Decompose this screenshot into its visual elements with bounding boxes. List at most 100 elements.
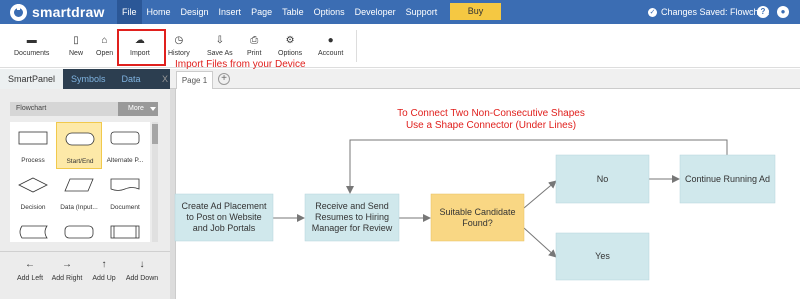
options-label: Options (278, 50, 303, 57)
add-left-button[interactable]: ← Add Left (10, 259, 50, 282)
panel-tabs: SmartPanel Symbols Data (0, 69, 170, 89)
smartdraw-logo: smartdraw (10, 3, 105, 21)
arrow-left-icon: ← (25, 259, 35, 270)
decision-shape-icon (18, 177, 48, 193)
new-button[interactable]: ▯ New (69, 24, 83, 68)
tab-smartpanel[interactable]: SmartPanel (0, 69, 64, 89)
app-name: smartdraw (32, 4, 105, 20)
more-libraries-button[interactable]: More (128, 102, 144, 116)
predefined-process-shape-icon (110, 225, 140, 239)
panel-close-icon[interactable]: X (162, 69, 168, 89)
shape-grid-scroll-thumb[interactable] (152, 124, 158, 144)
yes-label: Yes (595, 251, 610, 262)
alternate-process-shape-icon (110, 131, 140, 145)
open-folder-icon: ⌂ (101, 35, 108, 46)
new-label: New (69, 50, 84, 57)
new-document-icon: ▯ (73, 35, 79, 46)
create-ad-label: Create Ad Placement to Post on Website a… (181, 201, 267, 233)
menu-file[interactable]: File (117, 0, 142, 24)
shape-terminator[interactable] (56, 216, 102, 242)
shape-decision[interactable]: Decision (10, 169, 56, 216)
start-end-shape-icon (65, 132, 95, 146)
menu-support[interactable]: Support (401, 0, 443, 24)
shape-label: Decision (20, 204, 46, 211)
shape-process[interactable]: Process (10, 122, 56, 169)
continue-running-ad-label: Continue Running Ad (684, 173, 771, 184)
menu-table[interactable]: Table (277, 0, 309, 24)
open-label: Open (96, 50, 114, 57)
stored-data-shape-icon (19, 225, 48, 239)
add-down-button[interactable]: ↓ Add Down (122, 259, 162, 282)
shape-label: Document (110, 204, 140, 211)
arrow-right-icon: → (62, 259, 72, 270)
toolbar-divider (356, 30, 357, 62)
shape-label: Data (Input... (60, 204, 98, 211)
documents-button[interactable]: ▬ Documents (14, 24, 49, 68)
add-up-label: Add Up (92, 275, 116, 282)
smart-panel: Flowchart More Process Start/End Alterna… (0, 89, 170, 299)
arrow-up-icon: ↑ (101, 259, 107, 270)
tab-data[interactable]: Data (114, 69, 149, 89)
save-status: ✓ Changes Saved: Flowchart (648, 0, 769, 24)
menu-bar: smartdraw File Home Design Insert Page T… (0, 0, 800, 24)
no-label: No (596, 173, 609, 184)
smartdraw-logo-icon (10, 3, 27, 21)
menu-design[interactable]: Design (176, 0, 214, 24)
suitable-candidate-label: Suitable Candidate Found? (439, 206, 516, 228)
print-icon: ⎙ (250, 35, 259, 46)
save-as-icon: ⇩ (215, 35, 225, 46)
chevron-down-icon[interactable] (150, 107, 156, 111)
save-status-text: Changes Saved: Flowchart (661, 7, 770, 17)
shape-start-end[interactable]: Start/End (56, 122, 102, 169)
menu-options[interactable]: Options (309, 0, 350, 24)
main-menu: File Home Design Insert Page Table Optio… (117, 0, 442, 24)
tab-symbols[interactable]: Symbols (63, 69, 114, 89)
shape-document[interactable]: Document (102, 169, 148, 216)
terminator-shape-icon (64, 225, 94, 239)
document-shape-icon (110, 178, 140, 191)
open-button[interactable]: ⌂ Open (96, 24, 113, 68)
receive-resumes-label: Receive and Send Resumes to Hiring Manag… (311, 201, 393, 233)
checkmark-icon: ✓ (648, 7, 657, 17)
save-as-label: Save As (207, 50, 233, 57)
menu-page[interactable]: Page (246, 0, 277, 24)
print-label: Print (247, 50, 262, 57)
shape-label: Start/End (66, 158, 94, 165)
add-left-label: Add Left (16, 275, 44, 282)
menu-home[interactable]: Home (142, 0, 176, 24)
folder-icon: ▬ (26, 35, 37, 46)
arrow-down-icon: ↓ (139, 259, 145, 270)
annotation-line-2: Use a Shape Connector (Under Lines) (405, 120, 577, 131)
shape-stored-data[interactable] (10, 216, 56, 242)
process-shape-icon (18, 131, 48, 145)
annotation-line-1: To Connect Two Non-Consecutive Shapes (397, 108, 585, 119)
shape-label: Process (21, 157, 45, 164)
add-down-label: Add Down (125, 275, 159, 282)
documents-label: Documents (14, 50, 50, 57)
shape-data-input[interactable]: Data (Input... (56, 169, 102, 216)
menu-developer[interactable]: Developer (350, 0, 401, 24)
tab-page-1[interactable]: Page 1 (176, 71, 213, 89)
shape-alternate-process[interactable]: Alternate P... (102, 122, 148, 169)
shape-label: Alternate P... (106, 157, 144, 164)
history-icon: ◷ (174, 35, 184, 46)
history-label: History (168, 50, 190, 57)
user-icon: ● (327, 35, 334, 46)
gears-icon: ⚙ (285, 35, 295, 46)
help-icon[interactable]: ? (757, 6, 769, 18)
import-highlight-box (117, 29, 166, 66)
menu-insert[interactable]: Insert (214, 0, 247, 24)
add-right-label: Add Right (51, 275, 83, 282)
account-label: Account (318, 50, 344, 57)
add-right-button[interactable]: → Add Right (47, 259, 87, 282)
library-name[interactable]: Flowchart (10, 102, 118, 116)
add-page-icon[interactable]: + (218, 73, 230, 85)
data-input-shape-icon (64, 178, 94, 192)
shape-predefined-process[interactable] (102, 216, 148, 242)
shape-library-grid: Process Start/End Alternate P... Decisio… (10, 122, 150, 242)
account-button[interactable]: ● Account (318, 24, 343, 68)
user-account-icon[interactable]: ● (777, 6, 789, 18)
buy-button[interactable]: Buy (450, 3, 501, 20)
topbar-icons: ? ● (757, 6, 789, 18)
add-up-button[interactable]: ↑ Add Up (84, 259, 124, 282)
